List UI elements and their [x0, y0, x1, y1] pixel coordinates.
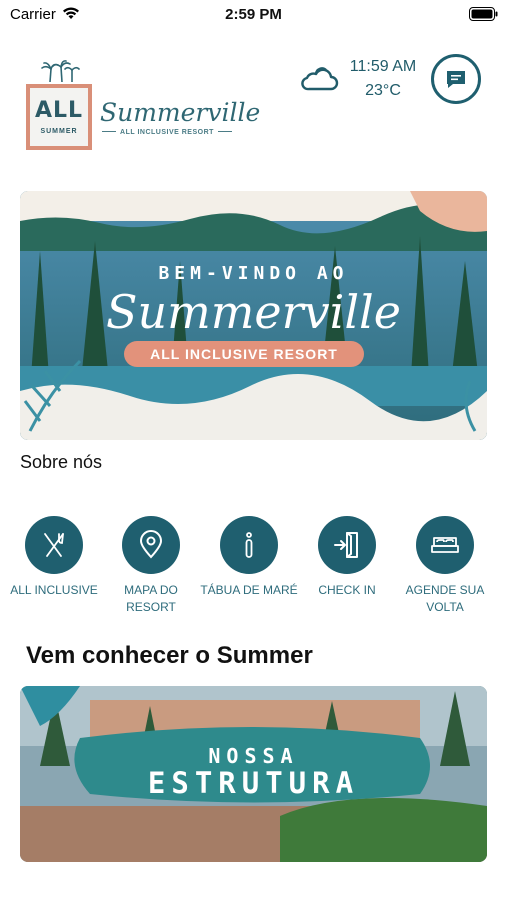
structure-title-line2: ESTRUTURA	[147, 766, 360, 800]
action-resort-map[interactable]: MAPA DO RESORT	[101, 516, 201, 616]
structure-banner[interactable]: NOSSA ESTRUTURA	[20, 686, 487, 862]
status-time: 2:59 PM	[225, 6, 282, 23]
quick-actions: ALL INCLUSIVE MAPA DO RESORT TÁBUA DE MA…	[0, 516, 507, 626]
status-bar: Carrier 2:59 PM	[0, 0, 507, 30]
fork-knife-icon	[44, 533, 64, 557]
action-book-return[interactable]: AGENDE SUA VOLTA	[395, 516, 495, 616]
action-label: CHECK IN	[318, 583, 376, 597]
about-us-link[interactable]: Sobre nós	[20, 452, 102, 473]
bed-icon	[431, 537, 459, 553]
battery-icon	[469, 7, 498, 21]
action-label: MAPA DO RESORT	[124, 583, 178, 614]
logo-subtitle: ALL INCLUSIVE RESORT	[120, 129, 214, 136]
welcome-pretitle: BEM-VINDO AO	[158, 263, 349, 284]
info-icon	[245, 532, 253, 558]
action-label: TÁBUA DE MARÉ	[200, 583, 298, 597]
chat-button[interactable]	[431, 54, 481, 104]
logo-badge: ALL SUMMER	[26, 84, 92, 150]
welcome-banner[interactable]: BEM-VINDO AO Summerville ALL INCLUSIVE R…	[20, 191, 487, 440]
action-label: ALL INCLUSIVE	[10, 583, 98, 597]
welcome-subtitle: ALL INCLUSIVE RESORT	[150, 346, 338, 362]
action-tide-table[interactable]: TÁBUA DE MARÉ	[199, 516, 299, 599]
resort-logo: ALL SUMMER Summerville ALL INCLUSIVE RES…	[26, 58, 260, 158]
action-all-inclusive[interactable]: ALL INCLUSIVE	[4, 516, 104, 599]
action-icon-circle	[25, 516, 83, 574]
action-icon-circle	[220, 516, 278, 574]
palm-trees-icon	[41, 60, 80, 82]
door-enter-icon	[334, 532, 358, 558]
welcome-title: Summerville	[106, 285, 401, 339]
cloud-icon	[301, 67, 339, 91]
section-title: Vem conhecer o Summer	[26, 642, 313, 669]
action-icon-circle	[122, 516, 180, 574]
logo-divider-right	[218, 131, 232, 132]
action-icon-circle	[416, 516, 474, 574]
action-icon-circle	[318, 516, 376, 574]
map-pin-icon	[139, 530, 163, 559]
weather-temperature: 23°C	[365, 82, 401, 99]
action-check-in[interactable]: CHECK IN	[297, 516, 397, 599]
chat-icon	[447, 71, 465, 88]
logo-name: Summerville	[100, 98, 261, 127]
logo-badge-text: ALL	[34, 98, 84, 123]
logo-badge-subtext: SUMMER	[40, 128, 78, 135]
weather-time: 11:59 AM	[349, 58, 417, 75]
action-label: AGENDE SUA VOLTA	[405, 583, 485, 614]
structure-title-line1: NOSSA	[208, 744, 299, 768]
